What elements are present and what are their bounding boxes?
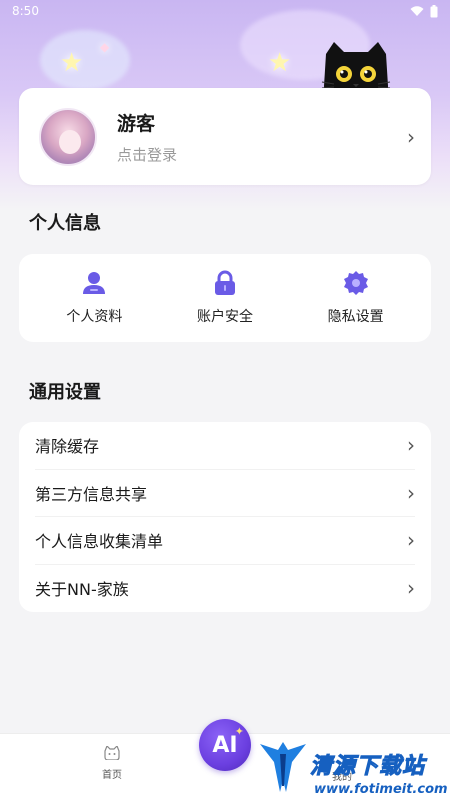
profile-details-label: 个人资料 (66, 309, 123, 325)
section-title-personal-info: 个人信息 (29, 213, 101, 234)
star-icon: ◆ (100, 40, 110, 54)
watermark: 清源下载站 www.fotimeit.com (258, 738, 448, 800)
avatar[interactable] (39, 107, 97, 166)
profile-text: 游客 点击登录 (117, 109, 407, 165)
settings-row-about[interactable]: 关于NN-家族 › (35, 565, 415, 613)
wifi-icon (410, 5, 424, 16)
nav-home-label: 首页 (102, 770, 122, 781)
avatar-face (59, 129, 81, 154)
cat-home-icon (104, 746, 120, 760)
settings-label: 关于NN-家族 (35, 580, 129, 600)
status-icons (410, 4, 438, 18)
profile-name: 游客 (117, 112, 156, 135)
privacy-settings-label: 隐私设置 (327, 309, 384, 325)
gear-icon (343, 271, 368, 295)
chevron-right-icon: › (407, 433, 415, 458)
settings-row-info-collection-list[interactable]: 个人信息收集清单 › (35, 517, 415, 565)
lock-icon (214, 270, 235, 295)
watermark-url: www.fotimeit.com (314, 782, 448, 797)
status-bar: 8:50 (0, 0, 450, 22)
sky-glow (40, 30, 130, 90)
chevron-right-icon: › (407, 576, 415, 601)
watermark-name: 清源下载站 (309, 754, 426, 780)
nav-home[interactable]: 首页 (88, 746, 136, 781)
chevron-right-icon: › (407, 124, 415, 149)
general-settings-card: 清除缓存 › 第三方信息共享 › 个人信息收集清单 › 关于NN-家族 › (19, 422, 431, 612)
account-security-button[interactable]: 账户安全 (165, 270, 285, 326)
login-prompt[interactable]: 点击登录 (117, 144, 407, 165)
ai-assistant-button[interactable]: AI ✦ (199, 719, 251, 771)
chevron-right-icon: › (407, 528, 415, 553)
personal-info-card: 个人资料 账户安全 隐私设置 (19, 254, 431, 342)
chevron-right-icon: › (407, 480, 415, 505)
profile-details-button[interactable]: 个人资料 (34, 270, 154, 326)
settings-row-clear-cache[interactable]: 清除缓存 › (35, 422, 415, 470)
status-time: 8:50 (12, 4, 39, 18)
user-icon (83, 272, 106, 294)
profile-card[interactable]: 游客 点击登录 › (19, 88, 431, 185)
account-security-label: 账户安全 (196, 309, 253, 325)
privacy-settings-button[interactable]: 隐私设置 (296, 270, 416, 326)
watermark-logo-icon (260, 742, 306, 792)
section-title-general-settings: 通用设置 (29, 382, 101, 403)
battery-icon (430, 4, 438, 17)
sparkle-icon: ✦ (234, 725, 244, 738)
settings-label: 第三方信息共享 (35, 484, 148, 504)
settings-label: 个人信息收集清单 (35, 532, 164, 552)
settings-label: 清除缓存 (35, 437, 100, 457)
star-icon: ★ (268, 48, 292, 78)
settings-row-third-party-sharing[interactable]: 第三方信息共享 › (35, 470, 415, 517)
star-icon: ★ (60, 48, 84, 78)
